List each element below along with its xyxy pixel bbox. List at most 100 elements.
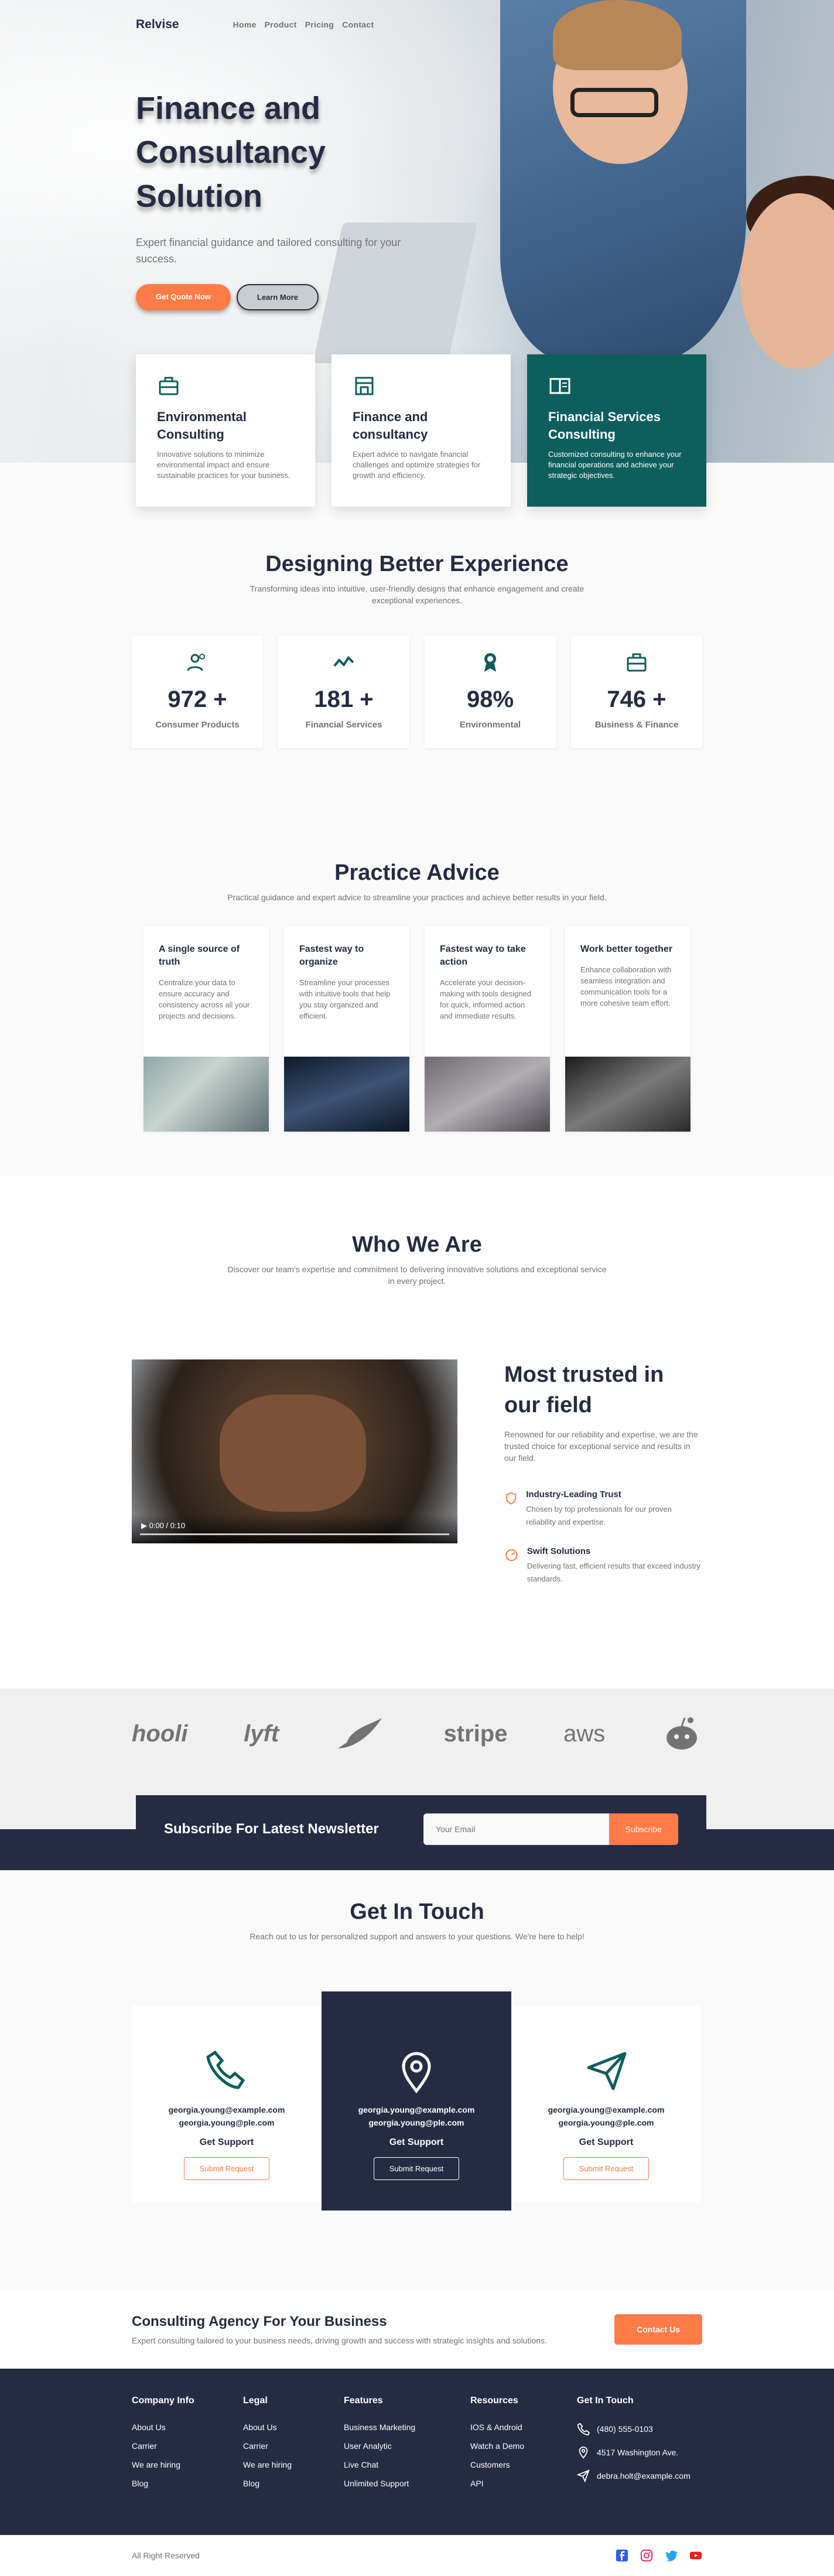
footer-link[interactable]: API — [470, 2479, 577, 2488]
practice-card-title: A single source of truth — [159, 944, 240, 967]
nav-contact[interactable]: Contact — [342, 20, 374, 29]
instagram-icon[interactable] — [640, 2549, 653, 2562]
contact-cards: georgia.young@example.com georgia.young@… — [132, 1991, 702, 2211]
nav-home[interactable]: Home — [233, 20, 257, 29]
footer-address-text: 4517 Washington Ave. — [597, 2448, 679, 2457]
video-player[interactable]: ▶ 0:00 / 0:10 — [132, 1359, 457, 1543]
aws-logo: aws — [563, 1720, 606, 1747]
footer-link[interactable]: Blog — [132, 2479, 243, 2488]
contact-card: georgia.young@example.com georgia.young@… — [511, 2006, 701, 2202]
footer-link[interactable]: Watch a Demo — [470, 2441, 577, 2451]
contact-email-alt: georgia.young@ple.com — [368, 2118, 464, 2127]
footer-columns: Company Info About Us Carrier We are hir… — [132, 2369, 702, 2498]
practice-card[interactable]: Work better together Enhance collaboratio… — [565, 927, 691, 1132]
hero-person-hair — [553, 0, 682, 70]
footer-link[interactable]: Business Marketing — [344, 2423, 470, 2432]
practice-card-desc: Centralize your data to ensure accuracy … — [159, 978, 250, 1020]
cta-section: Consulting Agency For Your Business Expe… — [0, 2290, 834, 2369]
practice-subtitle: Practical guidance and expert advice to … — [227, 893, 607, 902]
hero-buttons: Get Quote Now Learn More — [136, 284, 319, 310]
hooli-logo: hooli — [132, 1720, 188, 1747]
footer-phone[interactable]: (480) 555-0103 — [577, 2423, 691, 2435]
learn-more-button[interactable]: Learn More — [236, 284, 319, 310]
reddit-logo — [666, 1717, 697, 1750]
hero-subtitle: Expert financial guidance and tailored c… — [136, 237, 401, 265]
hero-person-glasses — [570, 88, 658, 117]
footer-email-text: debra.holt@example.com — [597, 2471, 691, 2481]
experience-section: Designing Better Experience Transforming… — [132, 463, 702, 748]
practice-card[interactable]: Fastest way to organize Streamline your p… — [284, 927, 409, 1132]
footer-link[interactable]: About Us — [132, 2423, 243, 2432]
footer-col-features: Features Business Marketing User Analyti… — [344, 2396, 470, 2498]
feature-desc: Delivering fast, efficient results that … — [527, 1562, 700, 1583]
send-icon — [587, 2052, 627, 2090]
nav-menu: Home Product Pricing Contact — [233, 20, 374, 29]
footer-email[interactable]: debra.holt@example.com — [577, 2469, 691, 2482]
footer-link[interactable]: Blog — [243, 2479, 344, 2488]
youtube-icon[interactable] — [689, 2549, 702, 2562]
footer-link[interactable]: Unlimited Support — [344, 2479, 470, 2488]
stat-card: 746 + Business & Finance — [571, 636, 702, 748]
contact-email-alt: georgia.young@ple.com — [558, 2118, 654, 2127]
contact-subtitle: Reach out to us for personalized support… — [249, 1932, 585, 1941]
contact-email: georgia.young@example.com — [548, 2105, 665, 2114]
feature-title: Industry-Leading Trust — [526, 1489, 621, 1499]
feature-desc: Chosen by top professionals for our prov… — [526, 1505, 672, 1526]
footer-col-legal: Legal About Us Carrier We are hiring Blo… — [243, 2396, 344, 2498]
trend-icon — [333, 655, 354, 667]
nav-product[interactable]: Product — [265, 20, 297, 29]
email-input[interactable] — [423, 1813, 609, 1845]
footer-phone-text: (480) 555-0103 — [597, 2424, 653, 2434]
footer-link[interactable]: IOS & Android — [470, 2423, 577, 2432]
contact-label: Get Support — [389, 2137, 444, 2147]
submit-request-button[interactable]: Submit Request — [183, 2157, 270, 2180]
video-frame-table — [220, 1395, 366, 1512]
footer-link[interactable]: About Us — [243, 2423, 344, 2432]
nav-pricing[interactable]: Pricing — [305, 20, 334, 29]
contact-email-alt: georgia.young@ple.com — [179, 2118, 275, 2127]
shield-icon — [505, 1492, 517, 1505]
location-pin-icon — [402, 2052, 431, 2094]
stat-label: Financial Services — [305, 720, 382, 730]
practice-card-image — [565, 1057, 691, 1132]
stripe-logo: stripe — [443, 1720, 508, 1747]
feature-item: Swift Solutions Delivering fast, efficien… — [504, 1546, 702, 1586]
twitter-icon[interactable] — [665, 2549, 678, 2562]
hero-title: Finance and Consultancy Solution — [136, 91, 326, 214]
practice-card-title: Work better together — [580, 944, 673, 954]
footer-col-title: Get In Touch — [577, 2396, 634, 2406]
service-title: Finance and consultancy — [353, 409, 428, 442]
contact-us-button[interactable]: Contact Us — [614, 2314, 702, 2345]
subscribe-button[interactable]: Subscribe — [609, 1813, 678, 1845]
practice-card[interactable]: Fastest way to take action Accelerate you… — [425, 927, 550, 1132]
stat-number: 181 + — [314, 686, 374, 712]
footer-link[interactable]: We are hiring — [243, 2460, 344, 2469]
submit-request-button[interactable]: Submit Request — [373, 2157, 460, 2180]
practice-card-image — [284, 1057, 409, 1132]
footer-address[interactable]: 4517 Washington Ave. — [577, 2446, 691, 2459]
footer-link[interactable]: We are hiring — [132, 2460, 243, 2469]
who-subtitle: Discover our team's expertise and commit… — [227, 1265, 607, 1286]
footer-link[interactable]: Customers — [470, 2460, 577, 2469]
footer-col-title: Legal — [243, 2396, 268, 2406]
who-desc: Renowned for our reliability and experti… — [504, 1430, 698, 1463]
footer: Company Info About Us Carrier We are hir… — [0, 2369, 834, 2535]
award-icon — [484, 653, 496, 672]
service-title: Environmental Consulting — [157, 409, 247, 442]
logo[interactable]: Relvise — [136, 18, 179, 32]
video-controls[interactable]: ▶ 0:00 / 0:10 — [141, 1521, 185, 1530]
cta-desc: Expert consulting tailored to your busin… — [132, 2336, 547, 2345]
get-quote-button[interactable]: Get Quote Now — [136, 284, 231, 310]
facebook-icon[interactable] — [616, 2549, 628, 2562]
footer-link[interactable]: Carrier — [243, 2441, 344, 2451]
footer-link[interactable]: Live Chat — [344, 2460, 470, 2469]
video-progress[interactable] — [140, 1533, 449, 1535]
practice-card[interactable]: A single source of truth Centralize your … — [143, 927, 269, 1132]
lyft-logo: lyft — [244, 1720, 279, 1747]
submit-request-button[interactable]: Submit Request — [563, 2157, 650, 2180]
stat-label: Environmental — [459, 720, 521, 730]
footer-link[interactable]: User Analytic — [344, 2441, 470, 2451]
speedometer-icon — [505, 1549, 518, 1562]
footer-link[interactable]: Carrier — [132, 2441, 243, 2451]
practice-section: Practice Advice Practical guidance and e… — [0, 748, 834, 1176]
